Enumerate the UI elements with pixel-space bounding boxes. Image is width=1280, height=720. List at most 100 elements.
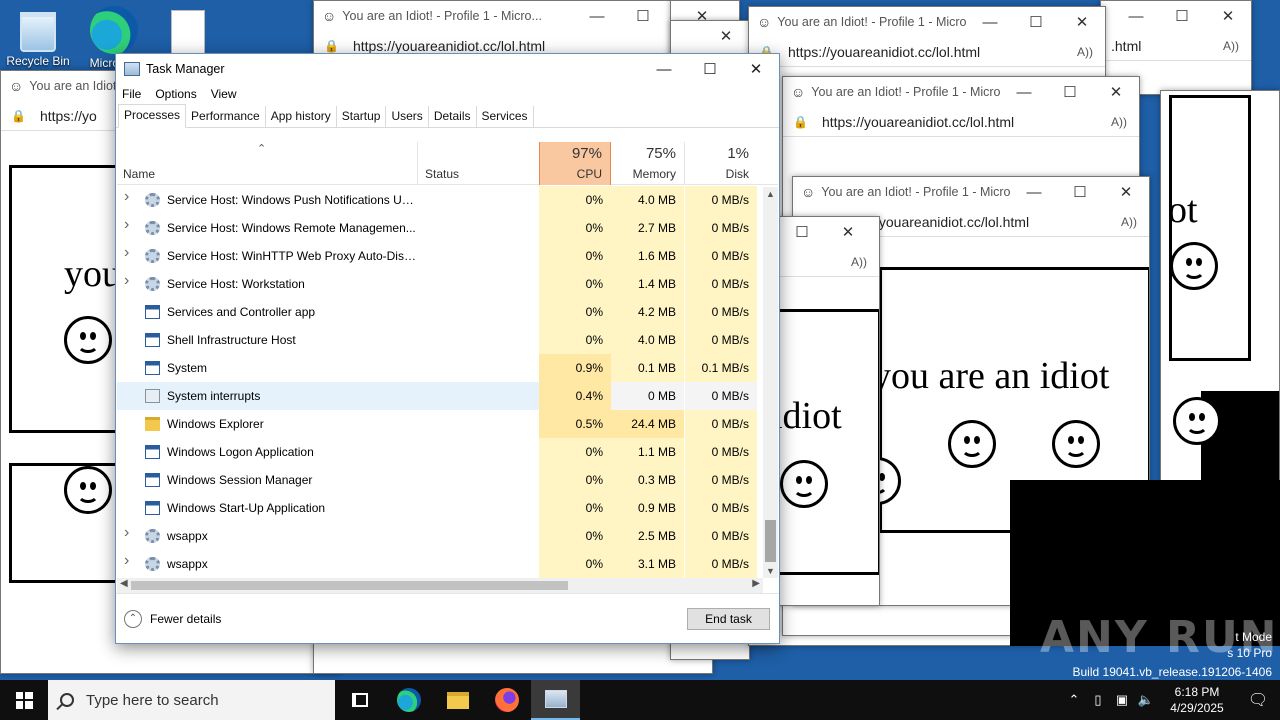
- task-view-button[interactable]: [335, 680, 384, 720]
- address-bar[interactable]: https://youareanidiot.cc/lol.html: [822, 114, 1099, 130]
- maximize-icon[interactable]: ☐: [1159, 7, 1205, 25]
- fewer-details-button[interactable]: ⌃ Fewer details: [124, 610, 221, 628]
- table-row[interactable]: › Service Host: WinHTTP Web Proxy Auto-Di…: [117, 242, 762, 270]
- table-row[interactable]: Services and Controller app 0% 4.2 MB 0 MB/…: [117, 298, 762, 326]
- popup-content: ot: [1169, 95, 1251, 361]
- close-icon[interactable]: ✕: [825, 223, 871, 241]
- process-memory: 4.0 MB: [637, 333, 676, 347]
- task-manager-window[interactable]: Task Manager — ☐ ✕ File Options View Pro…: [115, 53, 780, 644]
- address-bar[interactable]: .html: [1111, 38, 1211, 54]
- menu-view[interactable]: View: [211, 87, 237, 101]
- column-cpu[interactable]: 97% CPU: [539, 142, 611, 185]
- address-bar[interactable]: https://youareanidiot.cc/lol.html: [353, 38, 672, 54]
- close-icon[interactable]: ✕: [733, 54, 779, 84]
- popup-content: [9, 463, 129, 583]
- tab-services[interactable]: Services: [477, 106, 534, 127]
- read-aloud-icon[interactable]: A)): [1211, 39, 1251, 53]
- tab-app-history[interactable]: App history: [266, 106, 337, 127]
- network-icon[interactable]: ▣: [1110, 692, 1134, 708]
- minimize-icon[interactable]: —: [1011, 184, 1057, 201]
- title-bar[interactable]: Task Manager — ☐ ✕: [116, 54, 779, 84]
- table-row[interactable]: Windows Start-Up Application 0% 0.9 MB 0 MB…: [117, 494, 762, 522]
- table-row[interactable]: System interrupts 0.4% 0 MB 0 MB/s: [117, 382, 762, 410]
- minimize-icon[interactable]: —: [1113, 8, 1159, 25]
- close-icon[interactable]: ✕: [703, 27, 749, 45]
- clock[interactable]: 6:18 PM 4/29/2025: [1158, 684, 1236, 716]
- read-aloud-icon[interactable]: A)): [839, 255, 879, 269]
- watermark-line: Build 19041.vb_release.191206-1406: [1072, 665, 1273, 679]
- chevron-right-icon[interactable]: ›: [124, 552, 136, 570]
- tab-users[interactable]: Users: [386, 106, 429, 127]
- close-icon[interactable]: ✕: [1059, 13, 1105, 31]
- search-placeholder: Type here to search: [86, 691, 219, 709]
- table-row[interactable]: System 0.9% 0.1 MB 0.1 MB/s: [117, 354, 762, 382]
- table-row[interactable]: Windows Logon Application 0% 1.1 MB 0 MB/s: [117, 438, 762, 466]
- chevron-right-icon[interactable]: ›: [124, 216, 136, 234]
- column-disk[interactable]: 1% Disk: [685, 142, 757, 185]
- process-name: System interrupts: [167, 389, 261, 403]
- horizontal-scrollbar[interactable]: ◀ ▶: [117, 578, 763, 593]
- read-aloud-icon[interactable]: A)): [1065, 45, 1105, 59]
- tab-startup[interactable]: Startup: [337, 106, 387, 127]
- close-icon[interactable]: ✕: [1093, 83, 1139, 101]
- taskbar-file-explorer[interactable]: [433, 680, 482, 720]
- chevron-right-icon[interactable]: ›: [124, 272, 136, 290]
- taskbar-edge[interactable]: [384, 680, 433, 720]
- desktop-icon-recycle-bin[interactable]: Recycle Bin: [0, 6, 76, 68]
- minimize-icon[interactable]: —: [641, 54, 687, 84]
- process-disk: 0 MB/s: [711, 445, 749, 459]
- chevron-right-icon[interactable]: ›: [124, 188, 136, 206]
- taskbar-firefox[interactable]: [482, 680, 531, 720]
- close-icon[interactable]: ✕: [1205, 7, 1251, 25]
- scroll-down-icon[interactable]: ▼: [763, 566, 778, 576]
- battery-icon[interactable]: ▯: [1086, 692, 1110, 708]
- table-row[interactable]: Windows Explorer 0.5% 24.4 MB 0 MB/s: [117, 410, 762, 438]
- maximize-icon[interactable]: ☐: [1047, 83, 1093, 101]
- taskbar-search[interactable]: Type here to search: [48, 680, 335, 720]
- table-row[interactable]: › Service Host: Windows Push Notification…: [117, 186, 762, 214]
- close-icon[interactable]: ✕: [1103, 183, 1149, 201]
- end-task-button[interactable]: End task: [687, 608, 770, 630]
- column-status[interactable]: Status: [419, 142, 539, 185]
- column-memory[interactable]: 75% Memory: [611, 142, 684, 185]
- scroll-thumb[interactable]: [765, 520, 776, 562]
- volume-icon[interactable]: 🔈: [1134, 692, 1158, 708]
- table-row[interactable]: › Service Host: Workstation 0% 1.4 MB 0 MB/s: [117, 270, 762, 298]
- maximize-icon[interactable]: ☐: [620, 7, 666, 25]
- menu-file[interactable]: File: [122, 87, 141, 101]
- table-row[interactable]: › wsappx 0% 2.5 MB 0 MB/s: [117, 522, 762, 550]
- maximize-icon[interactable]: ☐: [779, 223, 825, 241]
- menu-options[interactable]: Options: [155, 87, 196, 101]
- read-aloud-icon[interactable]: A)): [1109, 215, 1149, 229]
- table-row[interactable]: › wsappx 0% 3.1 MB 0 MB/s: [117, 550, 762, 578]
- scroll-thumb[interactable]: [131, 581, 568, 590]
- table-row[interactable]: Windows Session Manager 0% 0.3 MB 0 MB/s: [117, 466, 762, 494]
- desktop-icon-file[interactable]: [150, 10, 226, 56]
- scroll-right-icon[interactable]: ▶: [752, 578, 760, 589]
- chevron-right-icon[interactable]: ›: [124, 524, 136, 542]
- minimize-icon[interactable]: —: [967, 14, 1013, 31]
- chevron-up-icon[interactable]: ⌃: [1062, 692, 1086, 708]
- table-row[interactable]: › Service Host: Windows Remote Managemen.…: [117, 214, 762, 242]
- scroll-up-icon[interactable]: ▲: [763, 189, 778, 199]
- maximize-icon[interactable]: ☐: [687, 54, 733, 84]
- tab-performance[interactable]: Performance: [186, 106, 266, 127]
- address-bar[interactable]: https://youareanidiot.cc/lol.html: [788, 44, 1065, 60]
- chevron-right-icon[interactable]: ›: [124, 244, 136, 262]
- column-name[interactable]: Name: [117, 142, 417, 185]
- tab-details[interactable]: Details: [429, 106, 477, 127]
- scroll-left-icon[interactable]: ◀: [120, 578, 128, 589]
- read-aloud-icon[interactable]: A)): [1099, 115, 1139, 129]
- tab-processes[interactable]: Processes: [118, 104, 187, 128]
- minimize-icon[interactable]: —: [1001, 84, 1047, 101]
- vertical-scrollbar[interactable]: ▲ ▼: [763, 187, 778, 578]
- maximize-icon[interactable]: ☐: [1013, 13, 1059, 31]
- start-button[interactable]: [0, 680, 48, 720]
- minimize-icon[interactable]: —: [574, 8, 620, 25]
- browser-popup[interactable]: ☐ ✕ A)) idiot: [778, 216, 880, 606]
- taskbar-task-manager[interactable]: [531, 680, 580, 720]
- notification-icon[interactable]: 🗨: [1236, 690, 1280, 710]
- process-disk: 0 MB/s: [711, 221, 749, 235]
- maximize-icon[interactable]: ☐: [1057, 183, 1103, 201]
- table-row[interactable]: Shell Infrastructure Host 0% 4.0 MB 0 MB/s: [117, 326, 762, 354]
